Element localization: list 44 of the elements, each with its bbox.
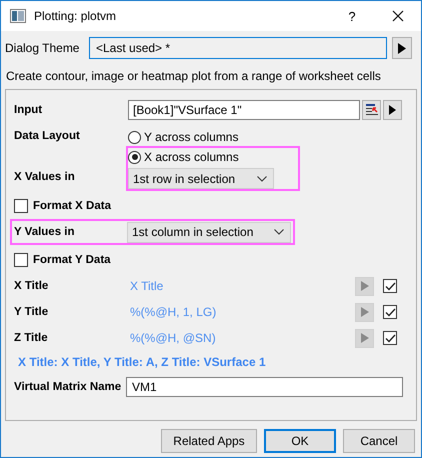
x-values-dropdown[interactable]: 1st row in selection [128, 168, 274, 189]
x-values-label: X Values in [14, 171, 76, 183]
title-menu-button[interactable] [355, 328, 374, 348]
close-icon [392, 10, 404, 22]
dialog-button[interactable]: Related Apps [161, 429, 257, 453]
triangle-right-icon [360, 281, 368, 291]
dialog-theme-field[interactable]: <Last used> * [89, 37, 387, 59]
format-x-checkbox[interactable]: Format X Data [14, 193, 408, 219]
format-y-checkbox[interactable]: Format Y Data [14, 247, 408, 273]
dialog-button[interactable]: OK [264, 429, 336, 453]
title-checkbox[interactable] [383, 305, 397, 319]
input-label: Input [14, 104, 44, 116]
chevron-down-icon [257, 176, 267, 182]
title-label: X Title [14, 280, 50, 292]
matrix-name-field[interactable]: VM1 [126, 377, 403, 397]
title-menu-button[interactable] [355, 302, 374, 322]
title-label: Z Title [14, 332, 49, 344]
matrix-name-label: Virtual Matrix Name [14, 381, 122, 393]
theme-menu-button[interactable] [392, 37, 412, 59]
y-values-dropdown[interactable]: 1st column in selection [127, 222, 291, 242]
window-title: Plotting: plotvm [34, 9, 116, 23]
triangle-right-icon [360, 333, 368, 343]
y-values-label: Y Values in [13, 226, 76, 238]
dialog-theme-label: Dialog Theme [5, 41, 80, 55]
title-checkbox[interactable] [383, 279, 397, 293]
triangle-right-icon [389, 105, 396, 115]
input-field[interactable]: [Book1]"VSurface 1" [128, 100, 360, 120]
chevron-down-icon [274, 229, 284, 235]
title-label: Y Title [14, 306, 50, 318]
radio-option[interactable]: Y across columns [128, 128, 300, 146]
triangle-right-icon [398, 42, 406, 54]
window-app-icon [10, 9, 26, 23]
data-layout-label: Data Layout [14, 130, 81, 142]
title-summary-text: X Title: X Title, Y Title: A, Z Title: VSurface 1 [17, 354, 267, 371]
dialog-button[interactable]: Cancel [343, 429, 415, 453]
triangle-right-icon [360, 307, 368, 317]
select-range-button[interactable] [362, 100, 381, 120]
description-text: Create contour, image or heatmap plot from a range of worksheet cells [6, 69, 382, 83]
input-menu-button[interactable] [383, 100, 402, 120]
help-button[interactable]: ? [329, 1, 375, 31]
title-checkbox[interactable] [383, 331, 397, 345]
title-menu-button[interactable] [355, 276, 374, 296]
select-range-icon [364, 103, 378, 117]
radio-option[interactable]: X across columns [128, 148, 284, 166]
